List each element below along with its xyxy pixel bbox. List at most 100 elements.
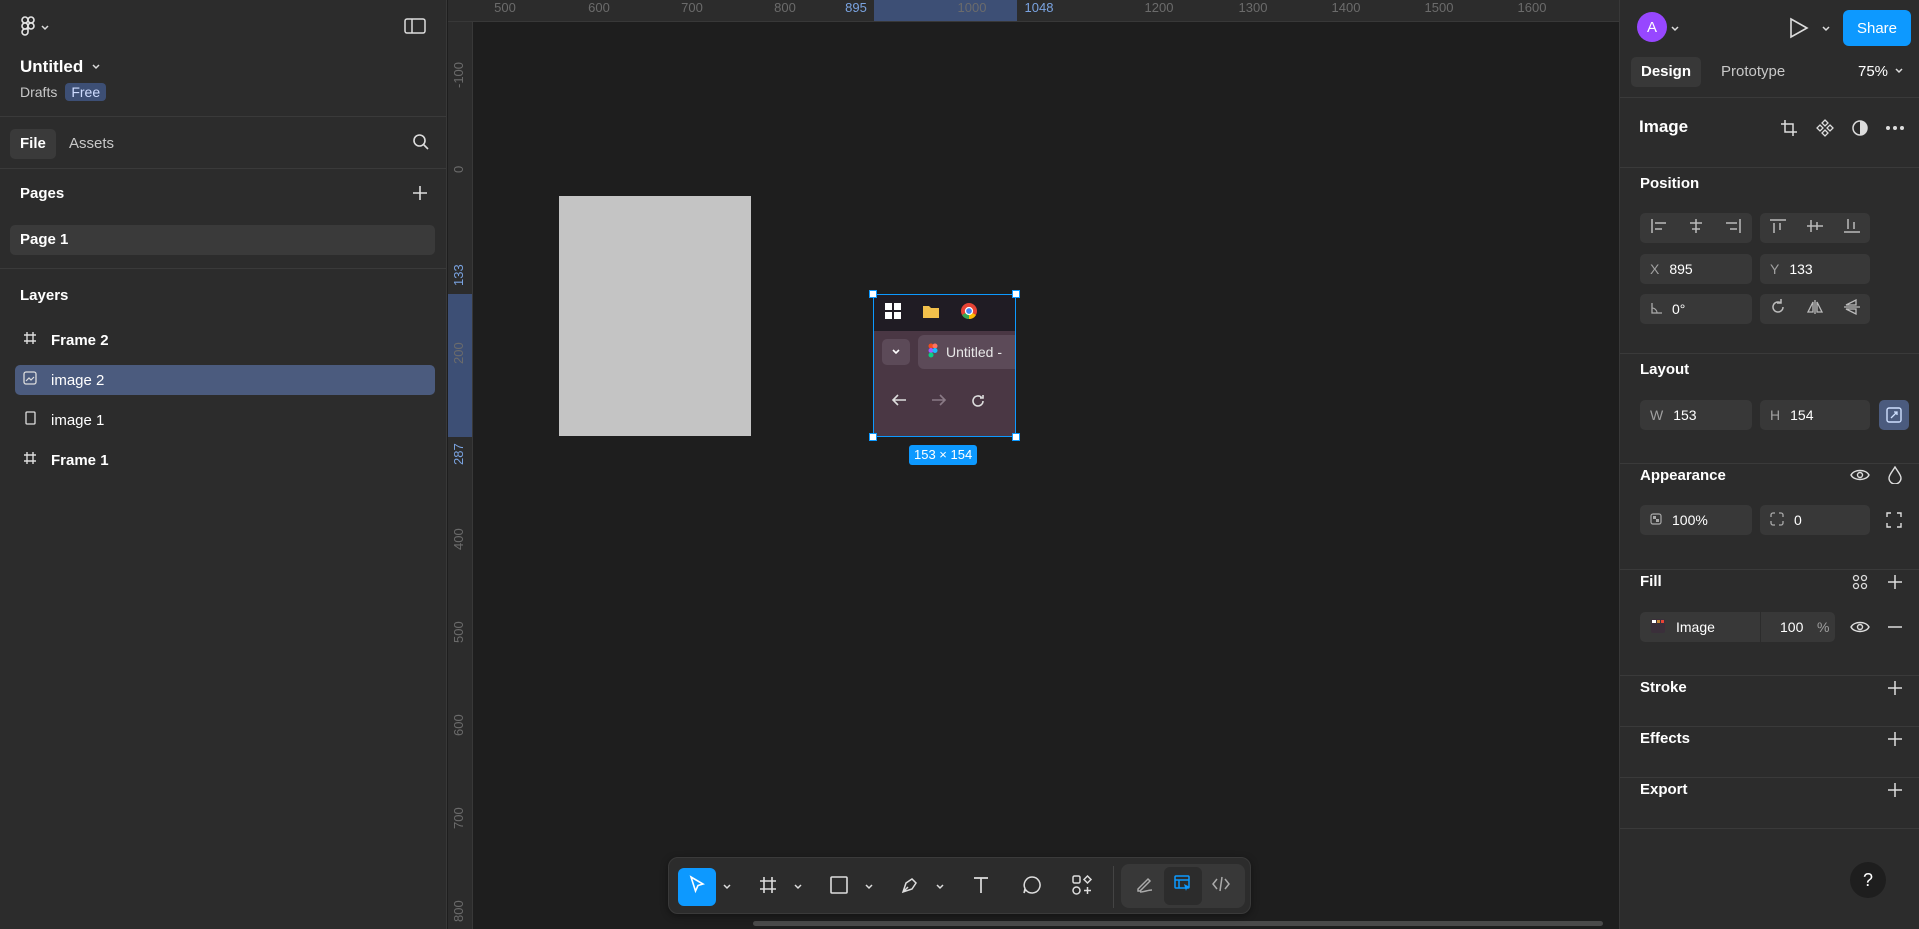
- chevron-down-icon[interactable]: [863, 880, 875, 892]
- chevron-down-icon[interactable]: [1821, 21, 1831, 39]
- ruler-label-selection-start: 133: [451, 264, 466, 286]
- corner-radius-field[interactable]: 0: [1760, 505, 1870, 535]
- tab-assets[interactable]: Assets: [59, 129, 124, 159]
- constrain-proportions-icon[interactable]: [1879, 400, 1909, 430]
- y-field[interactable]: Y 133: [1760, 254, 1870, 284]
- component-icon[interactable]: [1810, 113, 1840, 143]
- pen-tool-button[interactable]: [891, 868, 929, 906]
- tab-prototype[interactable]: Prototype: [1711, 57, 1795, 87]
- fill-row[interactable]: Image 100 %: [1640, 612, 1835, 642]
- eye-icon[interactable]: [1845, 612, 1875, 642]
- ruler-label: 500: [451, 621, 466, 643]
- contrast-icon[interactable]: [1845, 113, 1875, 143]
- draw-mode-button[interactable]: [1126, 867, 1164, 905]
- add-stroke-icon[interactable]: [1880, 673, 1910, 703]
- layer-item-image-2[interactable]: image 2: [15, 365, 435, 395]
- rotate-icon[interactable]: [1769, 298, 1787, 321]
- export-heading: Export: [1640, 781, 1688, 798]
- canvas[interactable]: Untitled - 153 × 154: [473, 22, 1619, 929]
- ruler-label-selection-end: 287: [451, 443, 466, 465]
- tab-design[interactable]: Design: [1631, 57, 1702, 87]
- comment-tool-button[interactable]: [1013, 868, 1051, 906]
- image-2-selected[interactable]: Untitled -: [873, 294, 1016, 437]
- share-button[interactable]: Share: [1843, 10, 1911, 46]
- frame-icon: [758, 875, 778, 900]
- main-menu-button[interactable]: [20, 16, 50, 41]
- align-right-icon[interactable]: [1724, 218, 1742, 239]
- add-page-icon[interactable]: [411, 184, 429, 207]
- avatar[interactable]: A: [1637, 12, 1667, 42]
- horizontal-scrollbar[interactable]: [753, 921, 1603, 926]
- add-export-icon[interactable]: [1880, 775, 1910, 805]
- rotation-field[interactable]: 0°: [1640, 294, 1752, 324]
- design-mode-button[interactable]: [1164, 867, 1202, 905]
- x-field[interactable]: X 895: [1640, 254, 1752, 284]
- actions-tool-button[interactable]: [1063, 868, 1101, 906]
- eye-icon[interactable]: [1845, 460, 1875, 490]
- remove-fill-icon[interactable]: [1880, 612, 1910, 642]
- align-top-icon[interactable]: [1769, 218, 1787, 239]
- resize-handle-nw[interactable]: [869, 290, 877, 298]
- drafts-label[interactable]: Drafts: [20, 84, 57, 100]
- flip-horizontal-icon[interactable]: [1806, 299, 1824, 320]
- layer-item-frame-1[interactable]: Frame 1: [15, 445, 435, 475]
- refresh-icon: [970, 393, 986, 414]
- chevron-down-icon[interactable]: [792, 880, 804, 892]
- resize-handle-se[interactable]: [1012, 433, 1020, 441]
- ruler-horizontal: 500 600 700 800 895 1000 1048 1200 1300 …: [448, 0, 1619, 22]
- sidebar-toggle-icon[interactable]: [404, 18, 426, 39]
- search-icon[interactable]: [412, 133, 430, 156]
- angle-icon: [1650, 301, 1662, 317]
- height-field[interactable]: H 154: [1760, 400, 1870, 430]
- add-fill-icon[interactable]: [1880, 567, 1910, 597]
- ruler-label: 1400: [1331, 0, 1361, 15]
- flip-vertical-icon[interactable]: [1843, 298, 1861, 320]
- ruler-label: 400: [451, 528, 466, 550]
- frame-icon: [23, 331, 37, 349]
- blend-mode-icon[interactable]: [1880, 460, 1910, 490]
- ruler-selection-highlight: [874, 0, 1017, 21]
- layer-item-frame-2[interactable]: Frame 2: [15, 325, 435, 355]
- ruler-vertical: -100 0 133 200 287 400 500 600 700 800: [448, 22, 473, 929]
- resize-handle-sw[interactable]: [869, 433, 877, 441]
- ruler-label: 0: [451, 165, 466, 173]
- ruler-label: 700: [451, 807, 466, 829]
- fill-opacity-value[interactable]: 100: [1780, 619, 1803, 635]
- file-title[interactable]: Untitled: [20, 57, 101, 77]
- ruler-selection-highlight: [448, 294, 472, 437]
- tab-file[interactable]: File: [10, 129, 56, 159]
- figma-logo-icon: [20, 16, 36, 41]
- vertical-align-group: [1760, 213, 1870, 243]
- resize-handle-ne[interactable]: [1012, 290, 1020, 298]
- image-1-placeholder[interactable]: [559, 196, 751, 436]
- crop-icon[interactable]: [1774, 113, 1804, 143]
- opacity-field[interactable]: 100%: [1640, 505, 1752, 535]
- ruler-label: 500: [494, 0, 516, 15]
- align-center-horizontal-icon[interactable]: [1687, 218, 1705, 239]
- layer-item-image-1[interactable]: image 1: [15, 405, 435, 435]
- more-options-icon[interactable]: [1880, 113, 1910, 143]
- left-panel: Untitled Drafts Free File Assets Pages P…: [0, 0, 447, 929]
- chevron-down-icon[interactable]: [1670, 21, 1680, 39]
- play-icon[interactable]: [1787, 17, 1809, 44]
- toolbar-divider: [1113, 866, 1114, 908]
- zoom-dropdown[interactable]: 75%: [1858, 57, 1904, 87]
- move-tool-button[interactable]: [678, 868, 716, 906]
- chevron-down-icon[interactable]: [721, 880, 733, 892]
- align-center-vertical-icon[interactable]: [1806, 218, 1824, 239]
- help-button[interactable]: ?: [1850, 862, 1886, 898]
- align-bottom-icon[interactable]: [1843, 218, 1861, 239]
- add-effect-icon[interactable]: [1880, 724, 1910, 754]
- rectangle-tool-button[interactable]: [820, 868, 858, 906]
- windows-icon: [884, 302, 902, 325]
- independent-corners-icon[interactable]: [1879, 505, 1909, 535]
- frame-tool-button[interactable]: [749, 868, 787, 906]
- styles-icon[interactable]: [1845, 567, 1875, 597]
- rectangle-icon: [23, 411, 37, 429]
- chevron-down-icon[interactable]: [934, 880, 946, 892]
- text-tool-button[interactable]: [962, 868, 1000, 906]
- align-left-icon[interactable]: [1650, 218, 1668, 239]
- page-item[interactable]: Page 1: [10, 225, 435, 255]
- dev-mode-button[interactable]: [1202, 867, 1240, 905]
- width-field[interactable]: W 153: [1640, 400, 1752, 430]
